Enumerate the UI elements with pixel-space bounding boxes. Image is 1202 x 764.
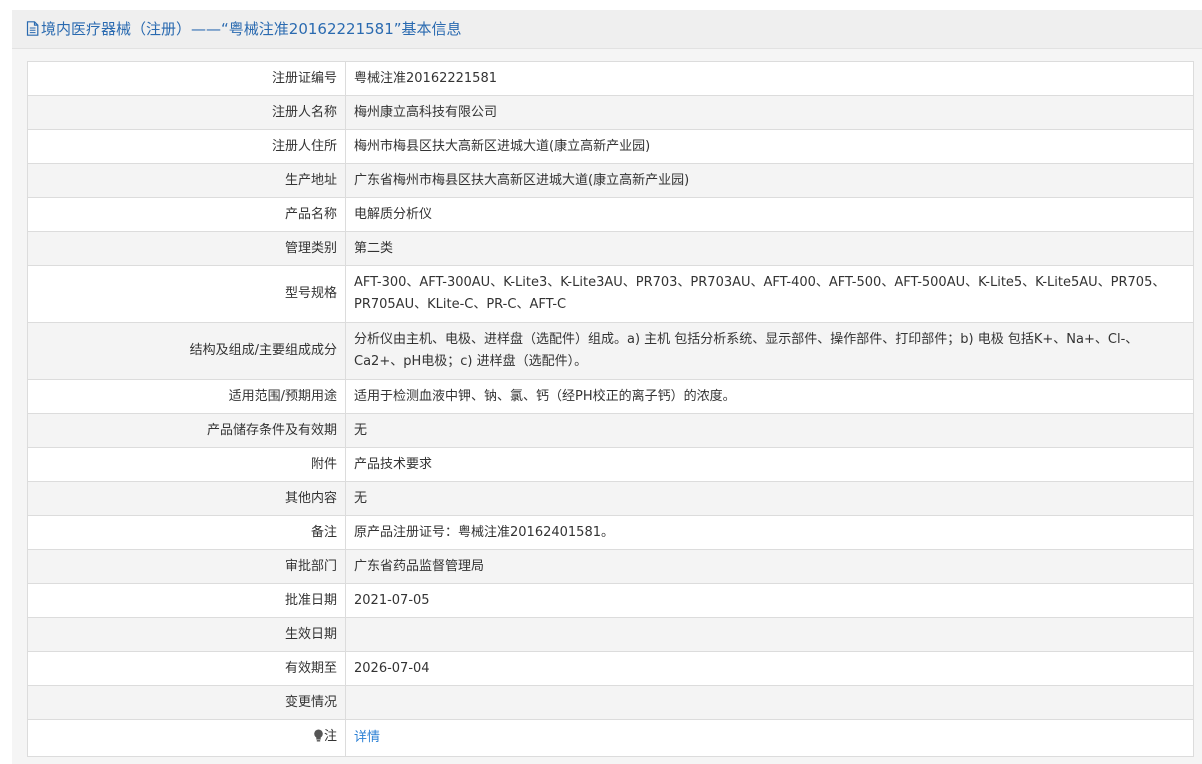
row-label: 有效期至 <box>27 651 346 686</box>
row-value: 广东省梅州市梅县区扶大高新区进城大道(康立高新产业园) <box>345 163 1194 198</box>
table-row: 适用范围/预期用途 适用于检测血液中钾、钠、氯、钙（经PH校正的离子钙）的浓度。 <box>27 379 1194 414</box>
note-label-cell: 注 <box>27 719 346 757</box>
table-row: 审批部门 广东省药品监督管理局 <box>27 549 1194 584</box>
document-icon <box>26 12 39 48</box>
row-value: 电解质分析仪 <box>345 197 1194 232</box>
row-label: 产品名称 <box>27 197 346 232</box>
row-value: 无 <box>345 413 1194 448</box>
table-row: 注册人名称 梅州康立高科技有限公司 <box>27 95 1194 130</box>
detail-table-container: 注册证编号 粤械注准20162221581 注册人名称 梅州康立高科技有限公司 … <box>27 61 1194 757</box>
row-value: 无 <box>345 481 1194 516</box>
row-label: 批准日期 <box>27 583 346 618</box>
table-row: 管理类别 第二类 <box>27 231 1194 266</box>
row-label: 型号规格 <box>27 265 346 323</box>
row-value: 广东省药品监督管理局 <box>345 549 1194 584</box>
row-value: 梅州康立高科技有限公司 <box>345 95 1194 130</box>
table-row: 注册人住所 梅州市梅县区扶大高新区进城大道(康立高新产业园) <box>27 129 1194 164</box>
row-label: 注册人名称 <box>27 95 346 130</box>
table-row: 产品名称 电解质分析仪 <box>27 197 1194 232</box>
row-label: 结构及组成/主要组成成分 <box>27 322 346 380</box>
table-row: 有效期至 2026-07-04 <box>27 651 1194 686</box>
row-label: 注册证编号 <box>27 61 346 96</box>
row-value: 梅州市梅县区扶大高新区进城大道(康立高新产业园) <box>345 129 1194 164</box>
table-row: 附件 产品技术要求 <box>27 447 1194 482</box>
table-row: 批准日期 2021-07-05 <box>27 583 1194 618</box>
lightbulb-icon <box>313 728 324 750</box>
row-label: 附件 <box>27 447 346 482</box>
row-label: 变更情况 <box>27 685 346 720</box>
row-value: 2021-07-05 <box>345 583 1194 618</box>
note-row: 注 详情 <box>27 719 1194 757</box>
table-row: 产品储存条件及有效期 无 <box>27 413 1194 448</box>
row-label: 注册人住所 <box>27 129 346 164</box>
row-value: 粤械注准20162221581 <box>345 61 1194 96</box>
table-row: 变更情况 <box>27 685 1194 720</box>
row-label: 适用范围/预期用途 <box>27 379 346 414</box>
table-row: 生效日期 <box>27 617 1194 652</box>
table-row: 结构及组成/主要组成成分 分析仪由主机、电极、进样盘（选配件）组成。a) 主机 … <box>27 322 1194 380</box>
row-value: 原产品注册证号：粤械注准20162401581。 <box>345 515 1194 550</box>
row-value: 适用于检测血液中钾、钠、氯、钙（经PH校正的离子钙）的浓度。 <box>345 379 1194 414</box>
page-title: 境内医疗器械（注册）——“粤械注准20162221581”基本信息 <box>41 20 462 38</box>
note-label: 注 <box>323 729 337 744</box>
table-row: 生产地址 广东省梅州市梅县区扶大高新区进城大道(康立高新产业园) <box>27 163 1194 198</box>
row-value: 2026-07-04 <box>345 651 1194 686</box>
table-row: 备注 原产品注册证号：粤械注准20162401581。 <box>27 515 1194 550</box>
row-label: 其他内容 <box>27 481 346 516</box>
table-row: 其他内容 无 <box>27 481 1194 516</box>
row-value: AFT-300、AFT-300AU、K-Lite3、K-Lite3AU、PR70… <box>345 265 1194 323</box>
row-value: 第二类 <box>345 231 1194 266</box>
row-label: 审批部门 <box>27 549 346 584</box>
row-value: 分析仪由主机、电极、进样盘（选配件）组成。a) 主机 包括分析系统、显示部件、操… <box>345 322 1194 380</box>
page-title-bar: 境内医疗器械（注册）——“粤械注准20162221581”基本信息 <box>12 10 1202 49</box>
row-label: 产品储存条件及有效期 <box>27 413 346 448</box>
table-row: 型号规格 AFT-300、AFT-300AU、K-Lite3、K-Lite3AU… <box>27 265 1194 323</box>
details-link[interactable]: 详情 <box>354 730 380 745</box>
note-value-cell: 详情 <box>345 719 1194 757</box>
table-row: 注册证编号 粤械注准20162221581 <box>27 61 1194 96</box>
row-label: 生产地址 <box>27 163 346 198</box>
row-value: 产品技术要求 <box>345 447 1194 482</box>
row-label: 备注 <box>27 515 346 550</box>
detail-table: 注册证编号 粤械注准20162221581 注册人名称 梅州康立高科技有限公司 … <box>27 61 1194 757</box>
row-label: 生效日期 <box>27 617 346 652</box>
page-frame: 境内医疗器械（注册）——“粤械注准20162221581”基本信息 注册证编号 … <box>12 10 1202 764</box>
row-value <box>345 685 1194 720</box>
row-label: 管理类别 <box>27 231 346 266</box>
row-value <box>345 617 1194 652</box>
